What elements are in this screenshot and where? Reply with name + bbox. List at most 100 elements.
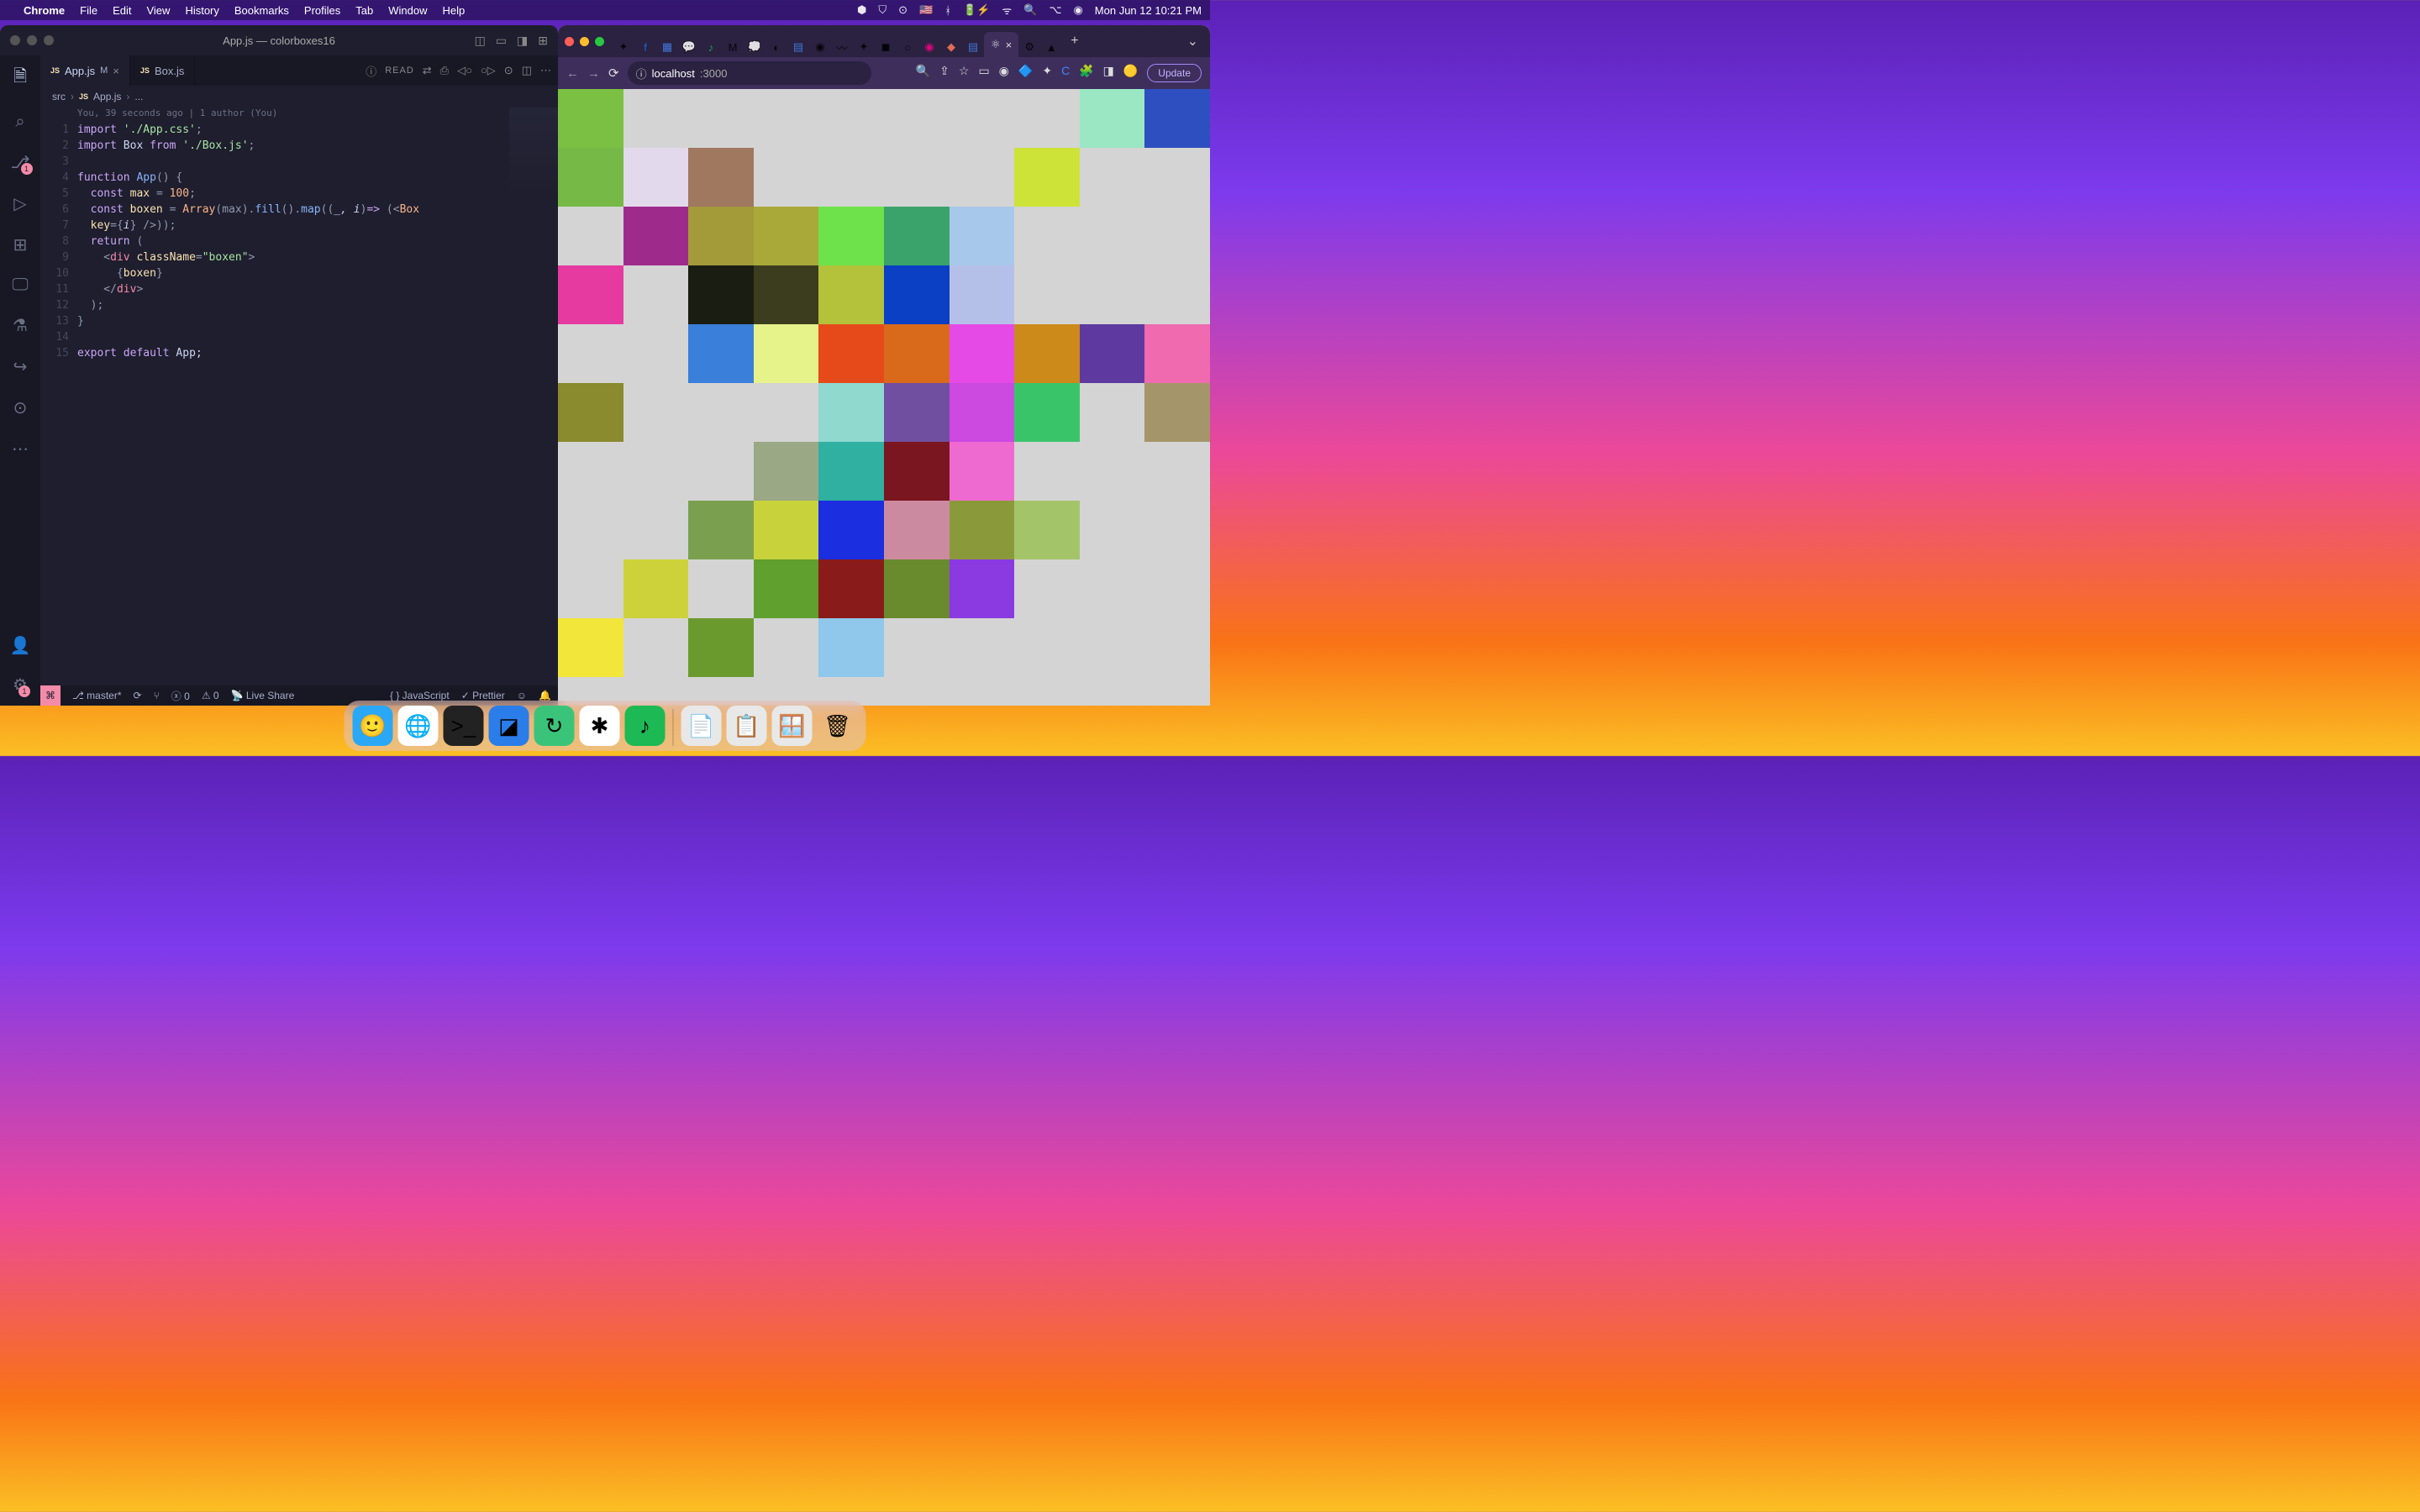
layout-grid-icon[interactable]: ⊞ <box>538 34 548 48</box>
tab-app-js[interactable]: JS App.js M × <box>40 55 130 86</box>
panel-bottom-icon[interactable]: ▭ <box>496 34 507 48</box>
tab-misc1[interactable]: ◐ <box>765 37 787 57</box>
share-icon[interactable]: ⇪ <box>939 64 950 82</box>
menu-view[interactable]: View <box>146 4 170 17</box>
extensions-icon[interactable]: 🧩 <box>1079 64 1093 82</box>
run-debug-icon[interactable]: ▷ <box>13 193 26 214</box>
tab-spotify[interactable]: ♪ <box>700 37 722 57</box>
tab-photos2[interactable]: ✦ <box>853 37 875 57</box>
ext-4-icon[interactable]: C <box>1061 64 1070 82</box>
dock-win[interactable]: 🪟 <box>772 706 813 746</box>
remote-indicator-icon[interactable]: ⌘ <box>40 685 60 706</box>
cast-icon[interactable]: ▭ <box>978 64 989 82</box>
tab-chat[interactable]: 💭 <box>744 37 765 57</box>
errors-count[interactable]: ⓧ 0 <box>171 689 190 703</box>
menu-help[interactable]: Help <box>443 4 466 17</box>
flag-icon[interactable]: 🇺🇸 <box>919 3 933 17</box>
ext-1-icon[interactable]: ◉ <box>999 64 1009 82</box>
bluetooth-icon[interactable]: ᚼ <box>944 4 951 17</box>
back-button[interactable]: ← <box>566 66 579 81</box>
remote-icon[interactable]: 🖵 <box>12 276 28 295</box>
ext-2-icon[interactable]: 🔷 <box>1018 64 1033 82</box>
play-icon[interactable]: ⊙ <box>898 3 908 17</box>
tab-misc7[interactable]: ▲ <box>1040 37 1062 57</box>
active-app-name[interactable]: Chrome <box>24 4 65 17</box>
tab-misc5[interactable]: ◉ <box>918 37 940 57</box>
breadcrumb-part[interactable]: src <box>52 91 66 102</box>
git-graph-icon[interactable]: ⑂ <box>154 690 160 701</box>
tab-docs2[interactable]: ▤ <box>962 37 984 57</box>
dock-finder[interactable]: 🙂 <box>353 706 393 746</box>
code-editor[interactable]: 123 456 789 101112 131415 You, 39 second… <box>40 108 558 685</box>
shield-icon[interactable]: ⛉ <box>878 3 886 17</box>
tab-hubspot[interactable]: ◆ <box>940 37 962 57</box>
panel-right-icon[interactable]: ◨ <box>517 34 528 48</box>
dock-trash[interactable]: 🗑 <box>818 706 858 746</box>
new-tab-button[interactable]: + <box>1062 34 1086 49</box>
tab-facebook[interactable]: f <box>634 37 656 57</box>
breadcrumb-part[interactable]: ... <box>134 91 143 102</box>
code-content[interactable]: You, 39 seconds ago | 1 author (You) imp… <box>77 108 558 685</box>
zoom-icon[interactable]: 🔍 <box>916 64 930 82</box>
wifi-icon[interactable]: ᯤ <box>1002 3 1012 18</box>
tab-box-js[interactable]: JS Box.js <box>130 55 195 86</box>
chrome-traffic-lights[interactable] <box>565 37 604 46</box>
language-mode[interactable]: { } JavaScript <box>390 690 450 701</box>
nav-fwd-icon[interactable]: ○▷ <box>481 64 496 77</box>
compare-icon[interactable]: ⇄ <box>423 64 432 77</box>
minimap[interactable] <box>509 108 558 200</box>
liveshare-status[interactable]: 📡 Live Share <box>231 690 295 701</box>
dock-slack[interactable]: ✱ <box>580 706 620 746</box>
codelens[interactable]: You, 39 seconds ago | 1 author (You) <box>77 108 558 122</box>
menu-file[interactable]: File <box>80 4 97 17</box>
tab-docs[interactable]: ▤ <box>787 37 809 57</box>
siri-icon[interactable]: ◉ <box>1073 3 1082 17</box>
site-info-icon[interactable]: ⓘ <box>636 66 647 81</box>
battery-icon[interactable]: 🔋⚡ <box>963 3 990 17</box>
feedback-icon[interactable]: ☺ <box>517 690 527 701</box>
tab-misc2[interactable]: 〰 <box>831 37 853 57</box>
profile-avatar-icon[interactable]: 🟡 <box>1123 64 1138 82</box>
close-tab-icon[interactable]: × <box>113 65 119 77</box>
more-actions-icon[interactable]: ⋯ <box>540 64 551 77</box>
menubar-clock[interactable]: Mon Jun 12 10:21 PM <box>1095 4 1202 17</box>
tab-misc6[interactable]: ⚙ <box>1018 37 1040 57</box>
print-icon[interactable]: ⎙ <box>440 64 449 77</box>
tab-steam[interactable]: ◉ <box>809 37 831 57</box>
vscode-traffic-lights[interactable] <box>10 35 54 45</box>
menu-bookmarks[interactable]: Bookmarks <box>234 4 289 17</box>
nav-back-icon[interactable]: ◁○ <box>457 64 472 77</box>
menu-history[interactable]: History <box>185 4 218 17</box>
tab-misc3[interactable]: ◼ <box>875 37 897 57</box>
bookmark-icon[interactable]: ☆ <box>959 64 970 82</box>
git-branch[interactable]: ⎇ master* <box>72 690 122 701</box>
reload-button[interactable]: ⟳ <box>608 66 619 81</box>
tab-overflow-icon[interactable]: ⌄ <box>1182 33 1203 50</box>
tab-react-app[interactable]: ⚛ × <box>984 32 1018 57</box>
search-icon[interactable]: ⌕ <box>15 113 24 132</box>
sidepanel-icon[interactable]: ◨ <box>1103 64 1114 82</box>
menu-window[interactable]: Window <box>388 4 427 17</box>
more-icon[interactable]: ⋯ <box>12 438 29 459</box>
breadcrumb-part[interactable]: App.js <box>93 91 121 102</box>
dock-sync[interactable]: ↻ <box>534 706 575 746</box>
update-button[interactable]: Update <box>1147 64 1202 82</box>
dock-terminal[interactable]: >_ <box>444 706 484 746</box>
dock-pages[interactable]: 📄 <box>681 706 722 746</box>
testing-icon[interactable]: ⚗ <box>13 315 28 336</box>
prettier-status[interactable]: ✓ Prettier <box>461 690 505 701</box>
tab-messages[interactable]: 💬 <box>678 37 700 57</box>
dropbox-icon[interactable]: ⬢ <box>857 3 866 17</box>
liveshare-icon[interactable]: ↪ <box>13 356 28 377</box>
control-center-icon[interactable]: ⌥ <box>1049 3 1061 17</box>
close-tab-icon[interactable]: × <box>1006 39 1013 51</box>
extensions-icon[interactable]: ⊞ <box>13 234 28 255</box>
timeline-icon[interactable]: ⊙ <box>13 397 28 418</box>
dock-spotify[interactable]: ♪ <box>625 706 666 746</box>
settings-gear-icon[interactable]: ⚙1 <box>13 675 28 696</box>
source-control-icon[interactable]: ⎇1 <box>10 152 29 173</box>
forward-button[interactable]: → <box>587 66 600 81</box>
tab-misc4[interactable]: ○ <box>897 37 918 57</box>
dock-vscode[interactable]: ◪ <box>489 706 529 746</box>
explorer-icon[interactable]: 🗎 <box>13 64 27 92</box>
